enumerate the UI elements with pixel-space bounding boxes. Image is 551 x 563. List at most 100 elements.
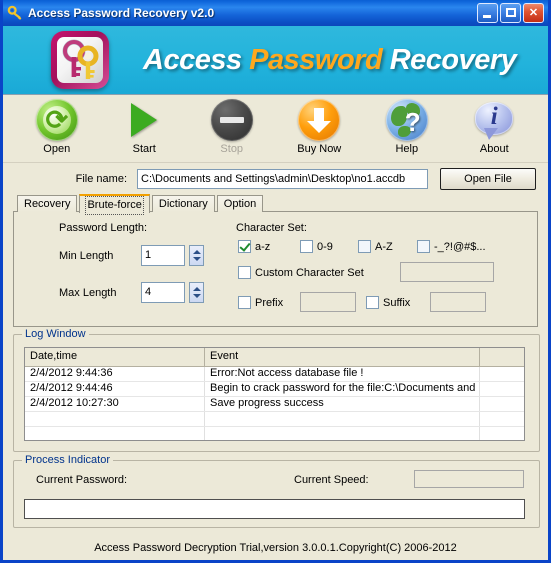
checkbox-uppercase[interactable]: A-Z xyxy=(358,240,393,253)
checkbox-box-icon[interactable] xyxy=(238,296,251,309)
max-length-stepper[interactable] xyxy=(189,282,204,303)
checkbox-box-icon[interactable] xyxy=(300,240,313,253)
max-length-input[interactable]: 4 xyxy=(141,282,185,303)
log-table[interactable]: Date,time Event 2/4/2012 9:44:36 Error:N… xyxy=(24,347,525,441)
tab-dictionary-label: Dictionary xyxy=(158,198,208,210)
tab-option-label: Option xyxy=(223,198,257,210)
footer-text: Access Password Decryption Trial,version… xyxy=(94,542,457,554)
min-length-stepper[interactable] xyxy=(189,245,204,266)
tab-option[interactable]: Option xyxy=(216,195,264,212)
process-indicator-group: Process Indicator Current Password: Curr… xyxy=(13,454,540,528)
checkbox-uppercase-label: A-Z xyxy=(375,240,393,253)
app-logo-key xyxy=(51,31,109,89)
checkbox-symbols-label: -_?!@#$... xyxy=(434,240,486,253)
checkbox-lowercase[interactable]: a-z xyxy=(238,240,270,253)
help-icon: ? xyxy=(385,99,428,141)
open-icon: ⟳ xyxy=(35,99,78,141)
log-table-header: Date,time Event xyxy=(25,348,524,367)
stepper-up-icon[interactable] xyxy=(193,250,201,254)
log-column-header-extra[interactable] xyxy=(480,348,524,366)
min-length-label: Min Length xyxy=(59,250,114,262)
table-row[interactable]: 2/4/2012 9:44:36 Error:Not access databa… xyxy=(25,367,524,382)
progress-bar xyxy=(24,499,525,519)
log-cell-event: Error:Not access database file ! xyxy=(205,367,480,381)
banner-title-part1: Access xyxy=(143,44,250,76)
close-icon: ✕ xyxy=(528,6,539,19)
max-length-label: Max Length xyxy=(59,287,117,299)
log-window-title: Log Window xyxy=(22,328,89,340)
checkbox-box-icon[interactable] xyxy=(238,266,251,279)
tab-dictionary[interactable]: Dictionary xyxy=(151,195,215,212)
tab-recovery[interactable]: Recovery xyxy=(17,195,78,212)
table-row[interactable]: 2/4/2012 10:27:30 Save progress success xyxy=(25,397,524,412)
log-cell-event: Save progress success xyxy=(205,397,480,411)
checkbox-box-icon[interactable] xyxy=(366,296,379,309)
custom-character-set-label: Custom Character Set xyxy=(255,266,364,279)
custom-character-set-input[interactable] xyxy=(400,262,494,282)
brute-force-panel: Password Length: Min Length 1 Max Length… xyxy=(13,211,538,327)
toolbar-label-buy-now: Buy Now xyxy=(297,143,342,155)
stepper-down-icon[interactable] xyxy=(193,257,201,261)
file-name-row: File name: C:\Documents and Settings\adm… xyxy=(3,163,548,193)
table-row[interactable] xyxy=(25,427,524,440)
file-name-label: File name: xyxy=(75,172,127,185)
toolbar-button-help[interactable]: ? Help xyxy=(370,99,444,155)
log-cell-date: 2/4/2012 9:44:46 xyxy=(25,382,205,396)
checkbox-digits-label: 0-9 xyxy=(317,240,333,253)
log-column-header-date[interactable]: Date,time xyxy=(25,348,205,366)
tab-brute-force-label: Brute-force xyxy=(85,196,144,215)
suffix-label: Suffix xyxy=(383,296,411,309)
tab-area: Recovery Brute-force Dictionary Option P… xyxy=(3,193,548,327)
app-banner: Access Password Recovery xyxy=(3,26,548,95)
file-name-input[interactable]: C:\Documents and Settings\admin\Desktop\… xyxy=(137,168,428,189)
close-button[interactable]: ✕ xyxy=(523,3,544,23)
toolbar-button-about[interactable]: i About xyxy=(457,99,531,155)
window-title: Access Password Recovery v2.0 xyxy=(28,6,215,20)
table-row[interactable]: 2/4/2012 9:44:46 Begin to crack password… xyxy=(25,382,524,397)
toolbar-label-start: Start xyxy=(132,143,156,155)
log-cell-event xyxy=(205,412,480,426)
stepper-down-icon[interactable] xyxy=(193,294,201,298)
table-row[interactable] xyxy=(25,412,524,427)
log-cell-extra xyxy=(480,412,524,426)
checkbox-box-icon[interactable] xyxy=(238,240,251,253)
suffix-input[interactable] xyxy=(430,292,486,312)
checkbox-prefix[interactable]: Prefix xyxy=(238,296,283,309)
key-icon xyxy=(7,4,25,22)
open-file-button[interactable]: Open File xyxy=(440,167,536,190)
tab-brute-force[interactable]: Brute-force xyxy=(79,194,150,215)
toolbar-button-buy-now[interactable]: Buy Now xyxy=(282,99,356,155)
log-cell-date xyxy=(25,412,205,426)
log-cell-date: 2/4/2012 10:27:30 xyxy=(25,397,205,411)
stepper-up-icon[interactable] xyxy=(193,287,201,291)
checkbox-suffix[interactable]: Suffix xyxy=(366,296,410,309)
checkbox-custom-character-set[interactable]: Custom Character Set xyxy=(238,266,364,279)
window-controls: ✕ xyxy=(477,3,544,23)
toolbar: ⟳ Open Start Stop Buy Now ? Help i About xyxy=(3,95,548,163)
toolbar-button-start[interactable]: Start xyxy=(107,99,181,155)
toolbar-label-stop: Stop xyxy=(220,143,244,155)
log-cell-date: 2/4/2012 9:44:36 xyxy=(25,367,205,381)
checkbox-lowercase-label: a-z xyxy=(255,240,271,253)
minimize-button[interactable] xyxy=(477,3,498,23)
log-cell-extra xyxy=(480,427,524,440)
checkbox-box-icon[interactable] xyxy=(417,240,430,253)
log-cell-date xyxy=(25,427,205,440)
toolbar-label-help: Help xyxy=(395,143,419,155)
prefix-input[interactable] xyxy=(300,292,356,312)
about-icon: i xyxy=(473,99,515,141)
checkbox-box-icon[interactable] xyxy=(358,240,371,253)
toolbar-button-open[interactable]: ⟳ Open xyxy=(20,99,94,155)
tab-recovery-label: Recovery xyxy=(24,198,71,210)
current-speed-label: Current Speed: xyxy=(294,474,369,486)
log-cell-extra xyxy=(480,397,524,411)
checkbox-symbols[interactable]: -_?!@#$... xyxy=(417,240,486,253)
maximize-button[interactable] xyxy=(500,3,521,23)
log-cell-event: Begin to crack password for the file:C:\… xyxy=(205,382,480,396)
min-length-input[interactable]: 1 xyxy=(141,245,185,266)
log-window-group: Log Window Date,time Event 2/4/2012 9:44… xyxy=(13,328,540,452)
banner-title-part3: Recovery xyxy=(389,44,517,76)
log-cell-extra xyxy=(480,382,524,396)
log-column-header-event[interactable]: Event xyxy=(205,348,480,366)
checkbox-digits[interactable]: 0-9 xyxy=(300,240,333,253)
